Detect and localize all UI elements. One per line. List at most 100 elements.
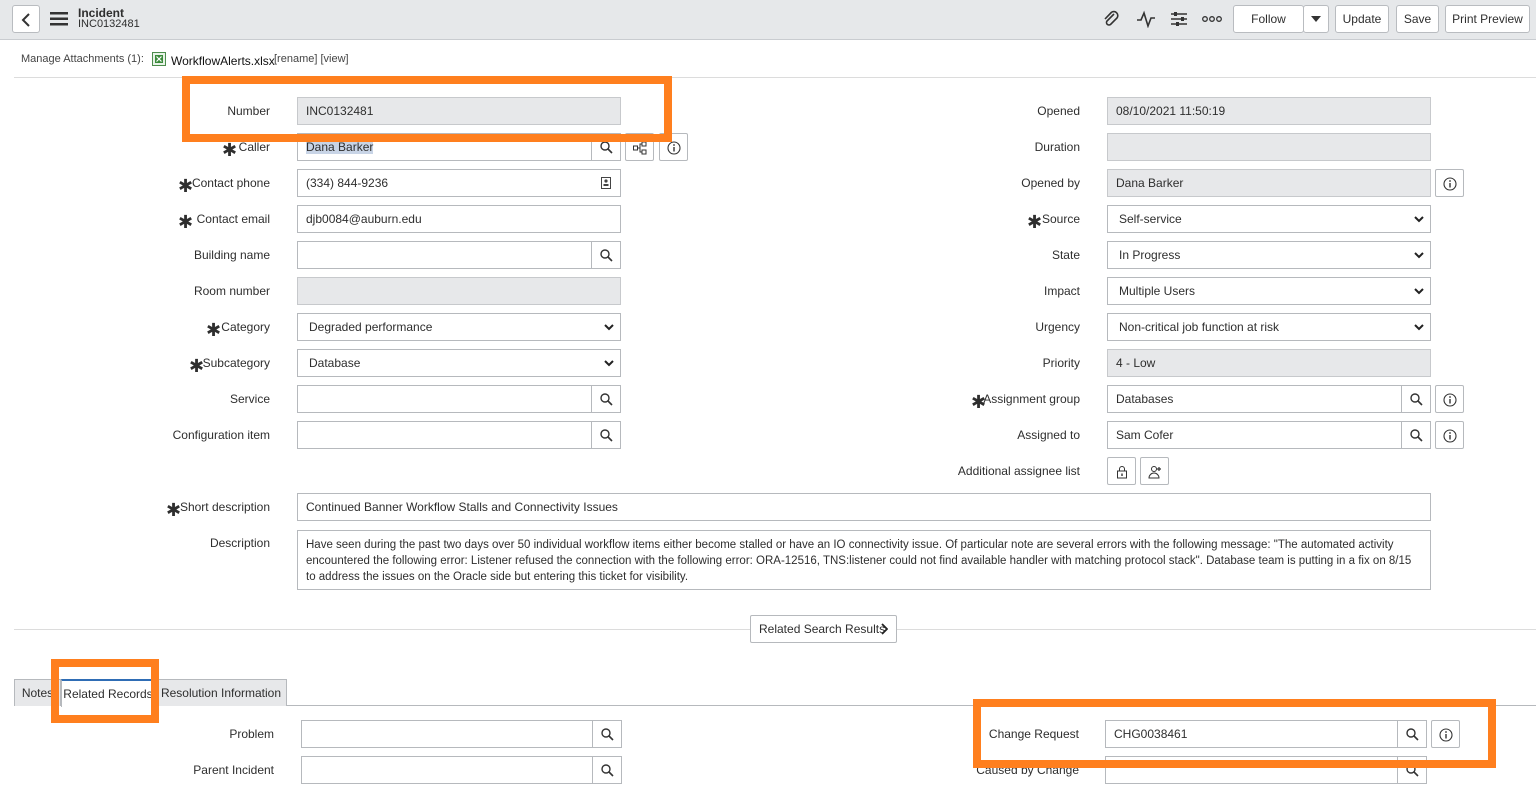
subcategory-label: Subcategory	[202, 356, 270, 370]
save-button[interactable]: Save	[1396, 5, 1439, 33]
description-textarea[interactable]: Have seen during the past two days over …	[297, 530, 1431, 590]
state-value: In Progress	[1119, 248, 1181, 262]
assigned-to-lookup-button[interactable]	[1401, 422, 1430, 448]
follow-dropdown-button[interactable]	[1303, 5, 1329, 33]
search-icon	[600, 141, 613, 154]
building-lookup-button[interactable]	[591, 242, 620, 268]
contact-email-label: Contact email	[196, 212, 270, 226]
urgency-label: Urgency	[1035, 320, 1080, 334]
opened-by-info-button[interactable]	[1435, 169, 1464, 197]
priority-label: Priority	[1042, 356, 1080, 370]
room-number-field[interactable]	[297, 277, 621, 305]
short-description-field[interactable]: Continued Banner Workflow Stalls and Con…	[297, 493, 1431, 521]
additional-assignee-label: Additional assignee list	[957, 464, 1080, 478]
state-label: State	[1051, 248, 1080, 262]
contact-email-field[interactable]: djb0084@auburn.edu	[297, 205, 621, 233]
hamburger-menu-icon[interactable]	[50, 12, 68, 26]
info-icon	[1443, 393, 1457, 407]
info-icon	[1443, 177, 1457, 191]
assigned-to-field[interactable]: Sam Cofer	[1107, 421, 1431, 449]
attachment-actions[interactable]: [rename] [view]	[274, 53, 349, 65]
info-icon	[1443, 429, 1457, 443]
building-name-field[interactable]	[297, 241, 621, 269]
category-select[interactable]: Degraded performance	[297, 313, 621, 341]
priority-field[interactable]: 4 - Low	[1107, 349, 1431, 377]
service-lookup-button[interactable]	[591, 386, 620, 412]
assigned-to-info-button[interactable]	[1435, 421, 1464, 449]
number-highlight-box	[182, 76, 672, 142]
assigned-to-label: Assigned to	[1017, 428, 1080, 442]
search-icon	[600, 393, 613, 406]
divider-left	[14, 629, 750, 630]
impact-value: Multiple Users	[1119, 284, 1196, 298]
add-me-button[interactable]	[1140, 457, 1169, 485]
source-value: Self-service	[1119, 212, 1182, 226]
print-preview-button[interactable]: Print Preview	[1445, 5, 1530, 33]
parent-incident-lookup-button[interactable]	[592, 757, 621, 783]
assignment-group-value: Databases	[1116, 392, 1174, 406]
duration-label: Duration	[1034, 140, 1080, 154]
building-name-label: Building name	[193, 248, 270, 262]
assignment-group-lookup-button[interactable]	[1401, 386, 1430, 412]
related-search-results-button[interactable]: Related Search Results	[750, 615, 897, 643]
chevron-down-icon	[1414, 216, 1424, 223]
assigned-to-value: Sam Cofer	[1116, 428, 1174, 442]
parent-incident-label: Parent Incident	[193, 763, 274, 777]
info-icon	[667, 141, 681, 155]
duration-field[interactable]	[1107, 133, 1431, 161]
subcategory-select[interactable]: Database	[297, 349, 621, 377]
search-icon	[600, 429, 613, 442]
parent-incident-field[interactable]	[301, 756, 622, 784]
hierarchy-icon	[633, 141, 647, 155]
back-button[interactable]	[12, 5, 40, 33]
source-select[interactable]: Self-service	[1107, 205, 1431, 233]
category-value: Degraded performance	[309, 320, 433, 334]
category-label: Category	[221, 320, 270, 334]
excel-file-icon	[152, 52, 166, 66]
form-header: Incident INC0132481 Follow Update Save P…	[0, 0, 1536, 40]
change-request-highlight-box	[973, 699, 1496, 768]
search-icon	[600, 249, 613, 262]
problem-lookup-button[interactable]	[592, 721, 621, 747]
unlock-assignee-list-button[interactable]	[1107, 457, 1136, 485]
chevron-down-icon	[1414, 288, 1424, 295]
contact-phone-field[interactable]: (334) 844-9236	[297, 169, 621, 197]
caller-value: Dana Barker	[306, 140, 374, 154]
follow-button[interactable]: Follow	[1233, 5, 1304, 33]
problem-field[interactable]	[301, 720, 622, 748]
manage-attachments-link[interactable]: Manage Attachments (1):	[21, 53, 144, 65]
state-select[interactable]: In Progress	[1107, 241, 1431, 269]
opened-field[interactable]: 08/10/2021 11:50:19	[1107, 97, 1431, 125]
assignment-group-field[interactable]: Databases	[1107, 385, 1431, 413]
configuration-item-label: Configuration item	[172, 428, 270, 442]
contact-phone-label: Contact phone	[191, 176, 270, 190]
subcategory-value: Database	[309, 356, 361, 370]
impact-label: Impact	[1043, 284, 1080, 298]
service-field[interactable]	[297, 385, 621, 413]
contact-card-icon[interactable]	[601, 177, 611, 189]
source-label: Source	[1041, 212, 1080, 226]
attachment-file-name[interactable]: WorkflowAlerts.xlsx	[171, 54, 275, 68]
personalize-sliders-icon[interactable]	[1170, 10, 1188, 28]
more-options-icon[interactable]	[1202, 15, 1222, 23]
chevron-down-icon	[1414, 252, 1424, 259]
activity-pulse-icon[interactable]	[1136, 10, 1156, 28]
assignment-group-label: Assignment group	[983, 392, 1080, 406]
impact-select[interactable]: Multiple Users	[1107, 277, 1431, 305]
related-records-highlight-box	[51, 659, 159, 723]
update-button[interactable]: Update	[1335, 5, 1389, 33]
chevron-left-icon	[21, 13, 30, 27]
paperclip-icon[interactable]	[1102, 10, 1120, 28]
configuration-item-lookup-button[interactable]	[591, 422, 620, 448]
tab-resolution-information[interactable]: Resolution Information	[155, 679, 287, 706]
opened-by-field[interactable]: Dana Barker	[1107, 169, 1431, 197]
search-icon	[601, 764, 614, 777]
assignment-group-info-button[interactable]	[1435, 385, 1464, 413]
urgency-select[interactable]: Non-critical job function at risk	[1107, 313, 1431, 341]
problem-label: Problem	[229, 727, 274, 741]
short-description-label: Short description	[179, 500, 270, 514]
opened-label: Opened	[1037, 104, 1080, 118]
record-number-title: INC0132481	[78, 18, 140, 30]
divider-right	[897, 629, 1536, 630]
configuration-item-field[interactable]	[297, 421, 621, 449]
